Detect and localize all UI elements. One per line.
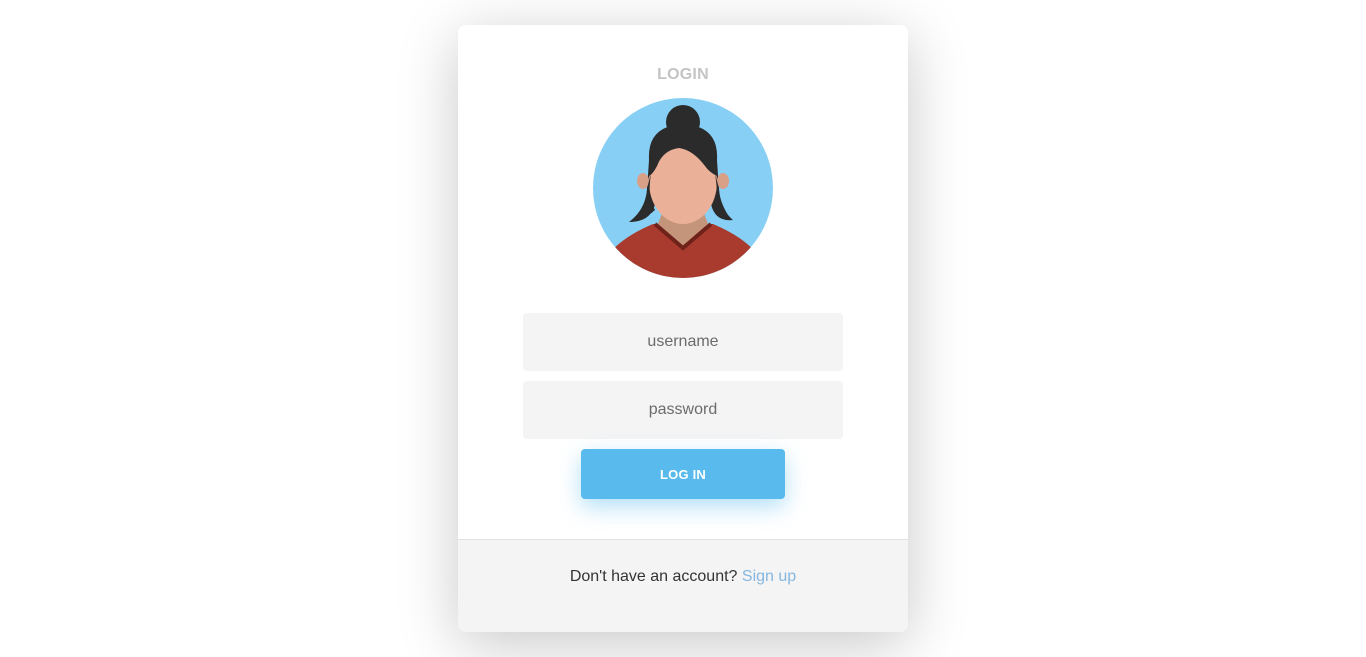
login-card: LOGIN username LOG IN Don't have an acco… [458, 25, 908, 632]
login-title: LOGIN [657, 66, 709, 83]
signup-link[interactable]: Sign up [742, 568, 796, 585]
avatar [593, 98, 773, 278]
signup-prompt-line: Don't have an account? Sign up [458, 568, 908, 586]
login-button[interactable]: LOG IN [581, 449, 785, 499]
login-form: LOGIN username LOG IN [458, 25, 908, 539]
password-input[interactable] [523, 381, 843, 439]
signup-footer: Don't have an account? Sign up [458, 539, 908, 632]
username-input[interactable] [523, 313, 843, 371]
signup-prompt: Don't have an account? [569, 568, 742, 585]
avatar-icon [593, 98, 773, 278]
